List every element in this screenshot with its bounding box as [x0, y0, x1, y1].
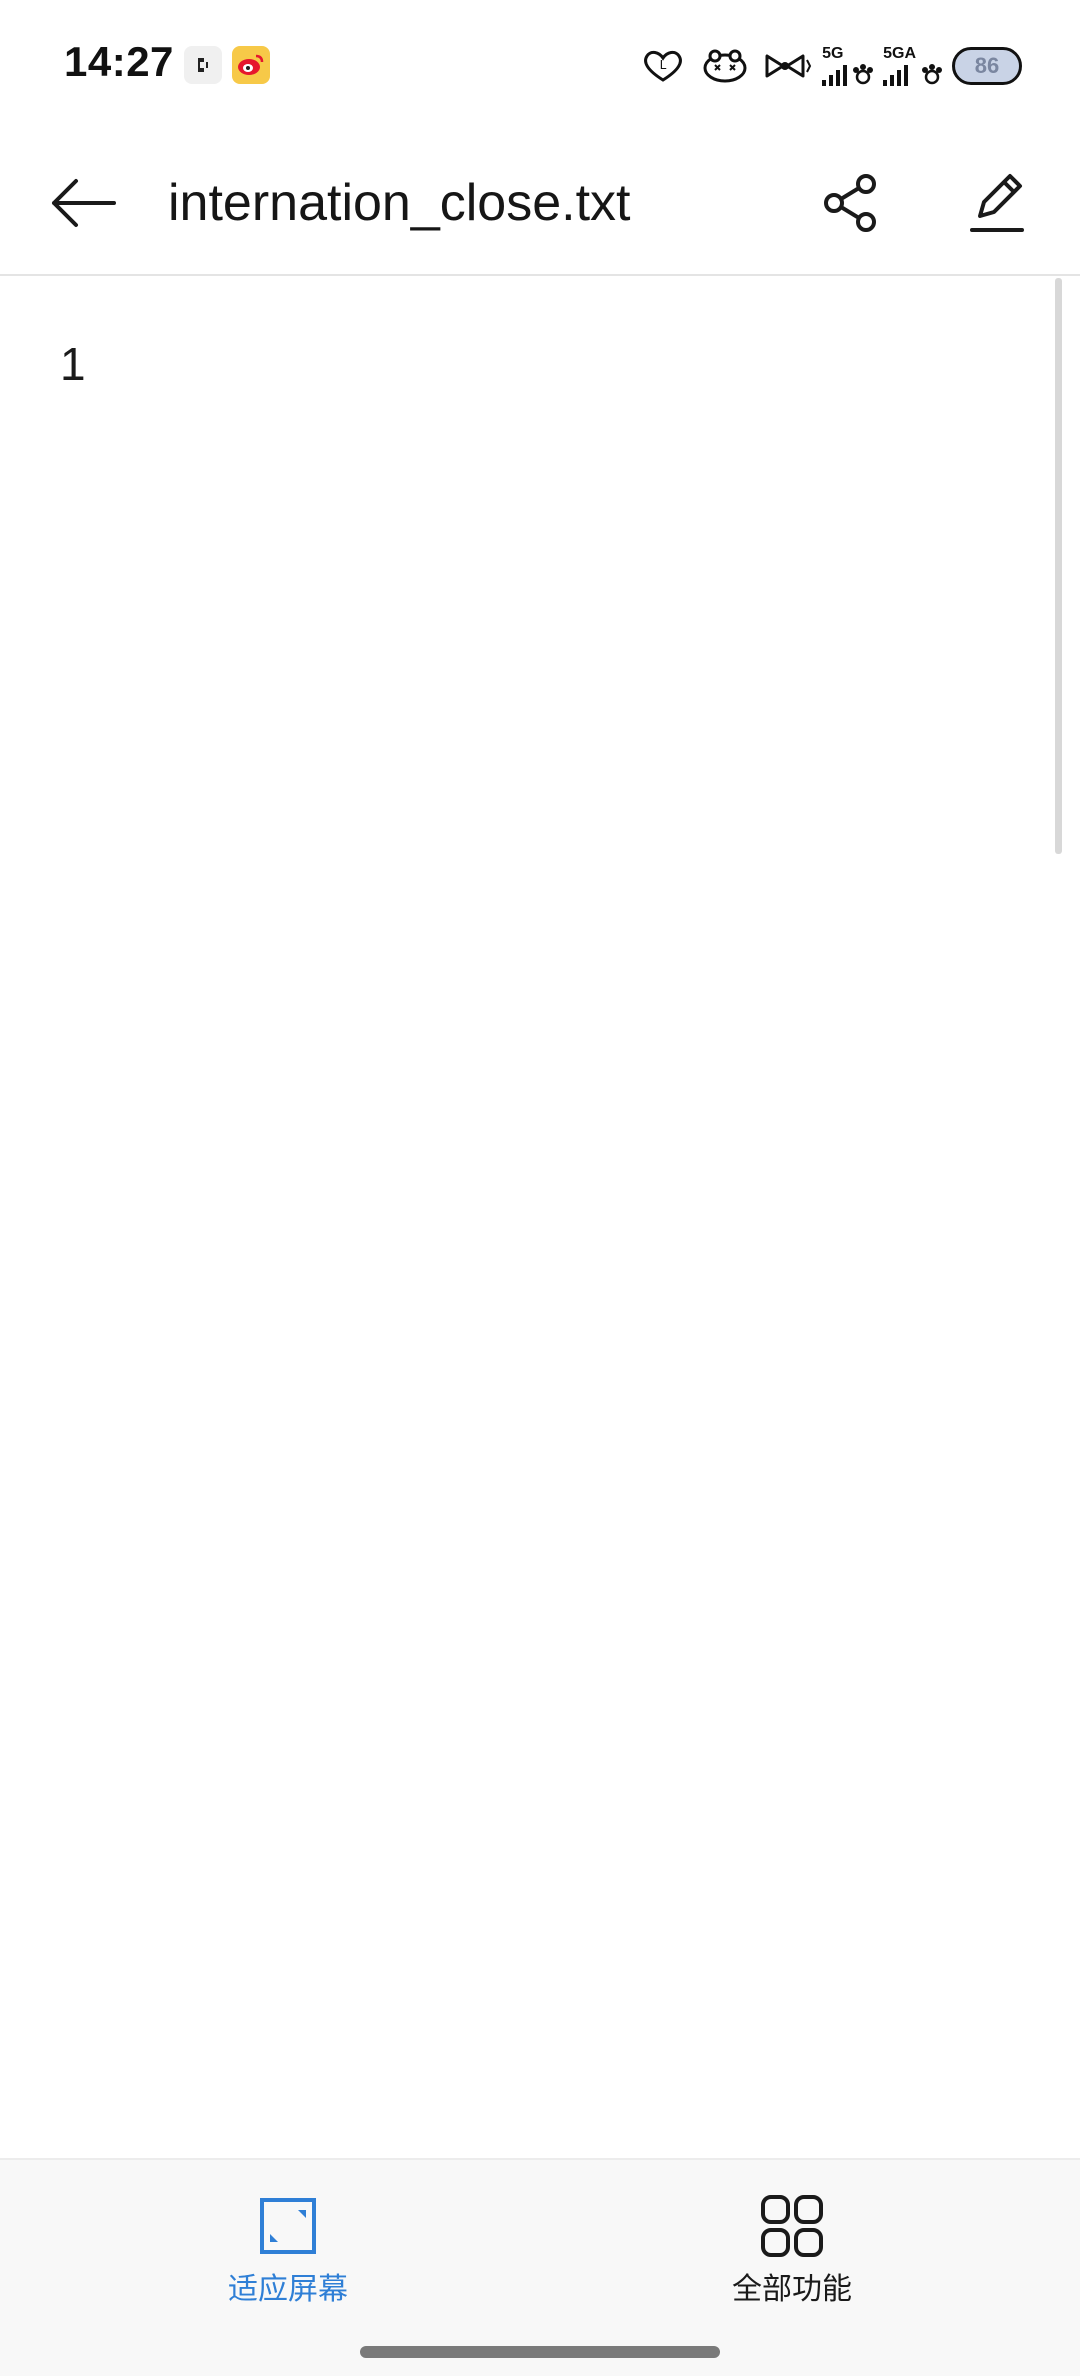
edit-button[interactable] [958, 164, 1036, 242]
heart-sticker-icon: L [636, 46, 690, 86]
battery-icon: 86 [952, 47, 1022, 85]
scrollbar[interactable] [1055, 278, 1062, 854]
bow-sticker-icon [760, 46, 814, 86]
home-indicator[interactable] [360, 2346, 720, 2358]
paw-icon [853, 64, 874, 85]
fit-screen-button[interactable]: 适应屏幕 [178, 2194, 398, 2314]
frog-sticker-icon [698, 46, 752, 86]
status-bar: 14:27 L 5G 5GA 86 [0, 0, 1080, 130]
share-button[interactable] [812, 164, 890, 242]
paw-icon [922, 64, 942, 85]
back-button[interactable] [44, 164, 122, 242]
weibo-app-icon [232, 46, 270, 84]
svg-text:L: L [660, 58, 667, 72]
grid-icon [760, 2194, 824, 2258]
file-title: internation_close.txt [168, 174, 631, 232]
status-time: 14:27 [64, 38, 174, 85]
signal-bars-icon [883, 64, 909, 86]
back-arrow-icon [52, 179, 116, 227]
sync-app-icon [184, 46, 222, 84]
signal-bars-icon [822, 64, 848, 86]
network-type-label: 5GA [883, 45, 916, 62]
signal-5ga: 5GA [883, 46, 944, 86]
app-bar: internation_close.txt [0, 130, 1080, 276]
fit-screen-label: 适应屏幕 [228, 2273, 348, 2306]
signal-5g: 5G [822, 46, 875, 86]
network-type-label: 5G [822, 45, 844, 62]
all-features-label: 全部功能 [732, 2273, 852, 2306]
file-text: 1 [60, 338, 86, 390]
bottom-toolbar: 适应屏幕 全部功能 [0, 2158, 1080, 2376]
share-icon [824, 174, 876, 232]
battery-level: 86 [974, 53, 1000, 78]
edit-pencil-icon [970, 174, 1024, 232]
fit-screen-icon [256, 2194, 320, 2258]
status-indicators: L 5G 5GA 86 [636, 40, 1022, 92]
file-content[interactable]: 1 [0, 278, 1080, 2158]
all-features-button[interactable]: 全部功能 [682, 2194, 902, 2314]
